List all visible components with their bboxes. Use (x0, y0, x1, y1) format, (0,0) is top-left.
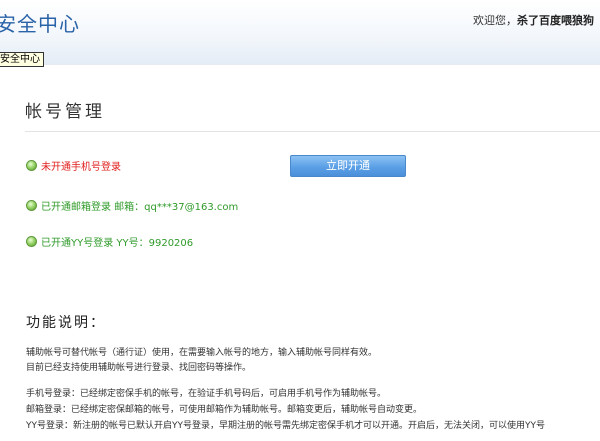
status-dot-icon (26, 235, 37, 247)
feature-line-4: 邮箱登录：已经绑定密保邮箱的帐号，可使用邮箱作为辅助帐号。邮箱变更后，辅助帐号自… (26, 405, 423, 415)
page-title: 帐号管理 (25, 102, 105, 122)
status-dot-icon (26, 159, 37, 171)
feature-line-1: 辅助帐号可替代帐号（通行证）使用，在需要输入帐号的地方，输入辅助帐号同样有效。 (26, 348, 378, 358)
email-login-row: 已开通邮箱登录 邮箱：qq***37@163.com (26, 197, 238, 213)
yy-login-status: 已开通YY号登录 YY号：9920206 (41, 237, 194, 249)
email-login-status: 已开通邮箱登录 邮箱：qq***37@163.com (41, 201, 239, 213)
enable-phone-login-button[interactable]: 立即开通 (290, 155, 406, 177)
phone-login-row: 未开通手机号登录 (26, 157, 121, 173)
top-header: 安全中心 欢迎您，杀了百度喂狼狗 (0, 0, 600, 64)
site-title[interactable]: 安全中心 (0, 8, 80, 37)
feature-title: 功能说明： (26, 315, 106, 331)
phone-login-status: 未开通手机号登录 (41, 161, 121, 173)
tooltip: 安全中心 (0, 52, 44, 67)
welcome-prefix: 欢迎您， (473, 14, 517, 27)
yy-login-row: 已开通YY号登录 YY号：9920206 (26, 233, 193, 249)
welcome-text: 欢迎您，杀了百度喂狼狗 (473, 12, 594, 28)
title-divider (25, 131, 600, 132)
feature-line-5: YY号登录：新注册的帐号已默认开启YY号登录，早期注册的帐号需先绑定密保手机才可… (26, 421, 545, 431)
feature-line-2: 目前已经支持使用辅助帐号进行登录、找回密码等操作。 (26, 363, 252, 373)
feature-line-3: 手机号登录：已经绑定密保手机的帐号，在验证手机号码后，可启用手机号作为辅助帐号。 (26, 389, 387, 399)
username-link[interactable]: 杀了百度喂狼狗 (517, 14, 594, 27)
status-dot-icon (26, 199, 37, 211)
